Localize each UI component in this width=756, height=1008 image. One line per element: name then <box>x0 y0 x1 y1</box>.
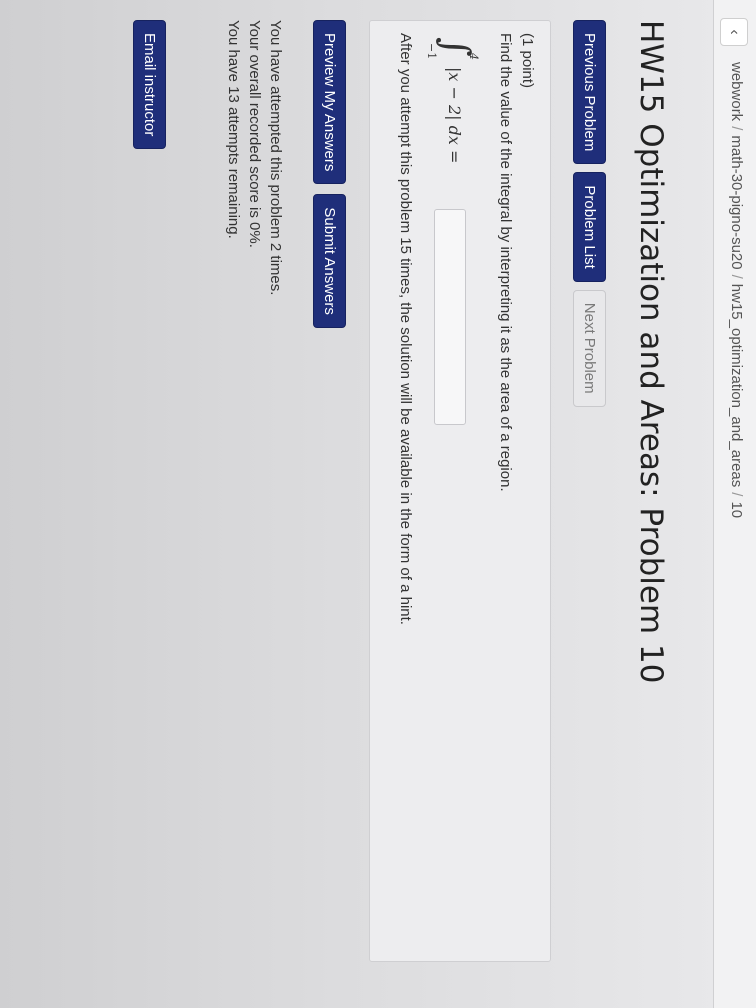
breadcrumb: webwork / math-30-pigno-su20 / hw15_optimiza… <box>728 62 745 518</box>
breadcrumb-item-set[interactable]: hw15_optimization_and_areas <box>728 284 745 487</box>
chevron-left-icon: ‹ <box>726 29 743 35</box>
answer-input[interactable] <box>434 209 466 425</box>
problem-prompt: Find the value of the integral by interp… <box>497 33 514 492</box>
integral-upper-limit: 4 <box>467 53 480 60</box>
next-problem-button: Next Problem <box>573 289 606 407</box>
breadcrumb-separator: / <box>728 274 745 279</box>
attempts-remaining: You have 13 attempts remaining. <box>225 20 242 239</box>
breadcrumb-bar: ‹ webwork / math-30-pigno-su20 / hw15_optimi… <box>713 0 756 1008</box>
page-title: HW15 Optimization and Areas: Problem 10 <box>633 20 670 684</box>
preview-answers-button[interactable]: Preview My Answers <box>313 20 346 185</box>
integral-lower-limit: −1 <box>425 43 438 60</box>
problem-body: (1 point) Find the value of the integral… <box>369 20 551 962</box>
breadcrumb-separator: / <box>728 492 745 497</box>
problem-points: (1 point) <box>519 33 536 89</box>
back-button[interactable]: ‹ <box>720 18 748 46</box>
breadcrumb-separator: / <box>728 126 745 131</box>
integral-expression: ∫ 4 −1 |x − 2| dx = <box>424 33 480 453</box>
breadcrumb-item-webwork[interactable]: webwork <box>728 62 745 121</box>
problem-list-button[interactable]: Problem List <box>573 172 606 282</box>
webwork-screen: ‹ webwork / math-30-pigno-su20 / hw15_optimi… <box>0 0 756 1008</box>
attempts-count: You have attempted this problem 2 times. <box>267 20 284 296</box>
breadcrumb-item-problem: 10 <box>728 501 745 519</box>
email-instructor-button[interactable]: Email instructor <box>133 20 166 150</box>
breadcrumb-item-course[interactable]: math-30-pigno-su20 <box>728 135 745 269</box>
previous-problem-button[interactable]: Previous Problem <box>573 20 606 165</box>
hint-availability-note: After you attempt this problem 15 times,… <box>397 33 414 625</box>
recorded-score: Your overall recorded score is 0%. <box>246 20 263 248</box>
submit-answers-button[interactable]: Submit Answers <box>313 194 346 328</box>
attempt-status: You have attempted this problem 2 times.… <box>223 20 286 295</box>
email-section: Email instructor <box>133 20 166 150</box>
answer-actions: Preview My Answers Submit Answers <box>313 20 346 328</box>
problem-navigation: Previous Problem Problem List Next Probl… <box>573 20 606 407</box>
integrand: |x − 2| dx = <box>445 67 464 164</box>
